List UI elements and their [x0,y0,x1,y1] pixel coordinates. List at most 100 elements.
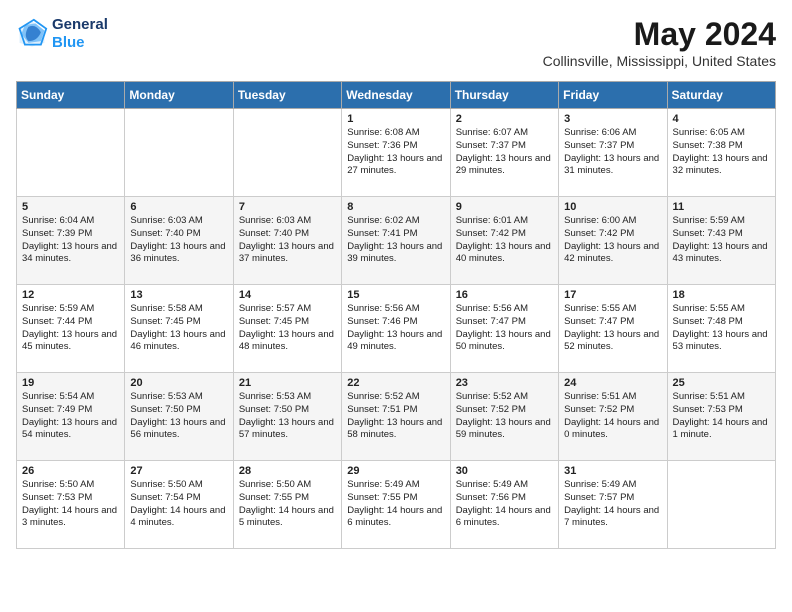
day-info: Sunrise: 6:03 AM Sunset: 7:40 PM Dayligh… [239,215,336,266]
calendar-cell [125,109,233,197]
calendar-cell: 18 Sunrise: 5:55 AM Sunset: 7:48 PM Dayli… [667,285,775,373]
calendar-cell: 12 Sunrise: 5:59 AM Sunset: 7:44 PM Dayli… [17,285,125,373]
calendar-cell: 30 Sunrise: 5:49 AM Sunset: 7:56 PM Dayli… [450,461,558,549]
day-number: 18 [673,289,770,301]
calendar-cell: 4 Sunrise: 6:05 AM Sunset: 7:38 PM Daylig… [667,109,775,197]
day-info: Sunrise: 6:05 AM Sunset: 7:38 PM Dayligh… [673,127,770,178]
day-info: Sunrise: 5:59 AM Sunset: 7:43 PM Dayligh… [673,215,770,266]
page-header: General Blue May 2024 Collinsville, Miss… [16,16,776,69]
weekday-header-row: SundayMondayTuesdayWednesdayThursdayFrid… [17,82,776,109]
day-info: Sunrise: 5:59 AM Sunset: 7:44 PM Dayligh… [22,303,119,354]
calendar-cell: 1 Sunrise: 6:08 AM Sunset: 7:36 PM Daylig… [342,109,450,197]
day-number: 3 [564,113,661,125]
day-number: 7 [239,201,336,213]
calendar-cell: 8 Sunrise: 6:02 AM Sunset: 7:41 PM Daylig… [342,197,450,285]
day-info: Sunrise: 6:07 AM Sunset: 7:37 PM Dayligh… [456,127,553,178]
logo-line2: Blue [52,34,108,52]
day-number: 14 [239,289,336,301]
day-info: Sunrise: 6:01 AM Sunset: 7:42 PM Dayligh… [456,215,553,266]
calendar-cell: 20Sunrise: 5:53 AM Sunset: 7:50 PM Dayli… [125,373,233,461]
day-info: Sunrise: 5:56 AM Sunset: 7:46 PM Dayligh… [347,303,444,354]
calendar-cell: 21 Sunrise: 5:53 AM Sunset: 7:50 PM Dayli… [233,373,341,461]
calendar-week-5: 26Sunrise: 5:50 AM Sunset: 7:53 PM Dayli… [17,461,776,549]
day-info: Sunrise: 5:56 AM Sunset: 7:47 PM Dayligh… [456,303,553,354]
title-block: May 2024 Collinsville, Mississippi, Unit… [543,16,776,69]
day-number: 21 [239,377,336,389]
day-number: 16 [456,289,553,301]
day-info: Sunrise: 5:55 AM Sunset: 7:47 PM Dayligh… [564,303,661,354]
calendar-cell: 28 Sunrise: 5:50 AM Sunset: 7:55 PM Dayli… [233,461,341,549]
day-number: 6 [130,201,227,213]
logo: General Blue [16,16,108,52]
logo-line1: General [52,16,108,34]
calendar-header: SundayMondayTuesdayWednesdayThursdayFrid… [17,82,776,109]
day-number: 19 [22,377,119,389]
day-number: 22 [347,377,444,389]
day-number: 17 [564,289,661,301]
day-info: Sunrise: 5:52 AM Sunset: 7:51 PM Dayligh… [347,391,444,442]
day-number: 23 [456,377,553,389]
weekday-header-monday: Monday [125,82,233,109]
calendar-cell: 2 Sunrise: 6:07 AM Sunset: 7:37 PM Daylig… [450,109,558,197]
day-number: 4 [673,113,770,125]
day-number: 13 [130,289,227,301]
calendar-cell: 26Sunrise: 5:50 AM Sunset: 7:53 PM Dayli… [17,461,125,549]
day-number: 29 [347,465,444,477]
day-info: Sunrise: 5:53 AM Sunset: 7:50 PM Dayligh… [239,391,336,442]
calendar-cell: 16 Sunrise: 5:56 AM Sunset: 7:47 PM Dayli… [450,285,558,373]
calendar-cell: 29 Sunrise: 5:49 AM Sunset: 7:55 PM Dayli… [342,461,450,549]
weekday-header-thursday: Thursday [450,82,558,109]
day-info: Sunrise: 6:02 AM Sunset: 7:41 PM Dayligh… [347,215,444,266]
day-info: Sunrise: 5:55 AM Sunset: 7:48 PM Dayligh… [673,303,770,354]
calendar-table: SundayMondayTuesdayWednesdayThursdayFrid… [16,81,776,549]
day-info: Sunrise: 5:53 AM Sunset: 7:50 PM Dayligh… [130,391,227,442]
day-number: 25 [673,377,770,389]
day-number: 10 [564,201,661,213]
weekday-header-tuesday: Tuesday [233,82,341,109]
calendar-cell: 6Sunrise: 6:03 AM Sunset: 7:40 PM Daylig… [125,197,233,285]
day-number: 15 [347,289,444,301]
day-info: Sunrise: 5:50 AM Sunset: 7:55 PM Dayligh… [239,479,336,530]
day-number: 26 [22,465,119,477]
calendar-cell: 27Sunrise: 5:50 AM Sunset: 7:54 PM Dayli… [125,461,233,549]
day-info: Sunrise: 5:49 AM Sunset: 7:56 PM Dayligh… [456,479,553,530]
day-info: Sunrise: 6:04 AM Sunset: 7:39 PM Dayligh… [22,215,119,266]
day-info: Sunrise: 5:54 AM Sunset: 7:49 PM Dayligh… [22,391,119,442]
day-number: 8 [347,201,444,213]
day-number: 27 [130,465,227,477]
calendar-cell: 15 Sunrise: 5:56 AM Sunset: 7:46 PM Dayli… [342,285,450,373]
calendar-cell: 3Sunrise: 6:06 AM Sunset: 7:37 PM Daylig… [559,109,667,197]
calendar-week-3: 12 Sunrise: 5:59 AM Sunset: 7:44 PM Dayli… [17,285,776,373]
day-info: Sunrise: 6:00 AM Sunset: 7:42 PM Dayligh… [564,215,661,266]
calendar-cell: 14 Sunrise: 5:57 AM Sunset: 7:45 PM Dayli… [233,285,341,373]
day-info: Sunrise: 5:49 AM Sunset: 7:55 PM Dayligh… [347,479,444,530]
day-number: 1 [347,113,444,125]
day-number: 12 [22,289,119,301]
calendar-cell: 11 Sunrise: 5:59 AM Sunset: 7:43 PM Dayli… [667,197,775,285]
day-info: Sunrise: 6:08 AM Sunset: 7:36 PM Dayligh… [347,127,444,178]
calendar-week-4: 19 Sunrise: 5:54 AM Sunset: 7:49 PM Dayli… [17,373,776,461]
weekday-header-saturday: Saturday [667,82,775,109]
calendar-cell: 5Sunrise: 6:04 AM Sunset: 7:39 PM Daylig… [17,197,125,285]
day-info: Sunrise: 5:51 AM Sunset: 7:53 PM Dayligh… [673,391,770,442]
calendar-cell: 7 Sunrise: 6:03 AM Sunset: 7:40 PM Daylig… [233,197,341,285]
day-number: 2 [456,113,553,125]
calendar-cell [667,461,775,549]
day-info: Sunrise: 5:58 AM Sunset: 7:45 PM Dayligh… [130,303,227,354]
weekday-header-sunday: Sunday [17,82,125,109]
calendar-body: 1 Sunrise: 6:08 AM Sunset: 7:36 PM Daylig… [17,109,776,549]
day-number: 28 [239,465,336,477]
day-number: 11 [673,201,770,213]
day-info: Sunrise: 5:49 AM Sunset: 7:57 PM Dayligh… [564,479,661,530]
calendar-week-2: 5Sunrise: 6:04 AM Sunset: 7:39 PM Daylig… [17,197,776,285]
calendar-cell [17,109,125,197]
calendar-cell: 22 Sunrise: 5:52 AM Sunset: 7:51 PM Dayli… [342,373,450,461]
day-number: 30 [456,465,553,477]
day-number: 9 [456,201,553,213]
weekday-header-friday: Friday [559,82,667,109]
day-info: Sunrise: 5:51 AM Sunset: 7:52 PM Dayligh… [564,391,661,442]
calendar-cell: 19 Sunrise: 5:54 AM Sunset: 7:49 PM Dayli… [17,373,125,461]
day-info: Sunrise: 5:57 AM Sunset: 7:45 PM Dayligh… [239,303,336,354]
calendar-cell: 17 Sunrise: 5:55 AM Sunset: 7:47 PM Dayli… [559,285,667,373]
calendar-cell: 23Sunrise: 5:52 AM Sunset: 7:52 PM Dayli… [450,373,558,461]
